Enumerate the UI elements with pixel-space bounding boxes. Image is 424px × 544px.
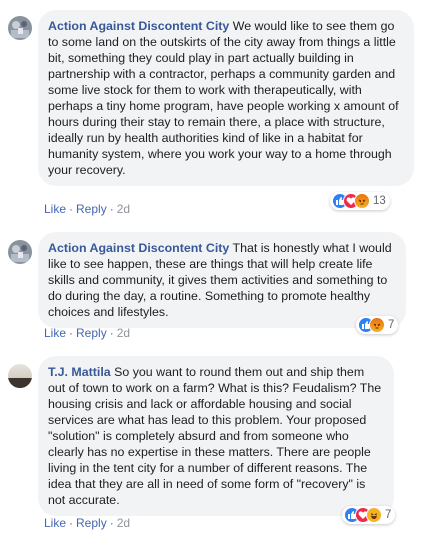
timestamp[interactable]: 2d — [117, 202, 130, 216]
reply-link[interactable]: Reply — [76, 516, 107, 530]
timestamp[interactable]: 2d — [117, 516, 130, 530]
comment-text: So you want to round them out and ship t… — [48, 365, 382, 507]
angry-icon — [354, 193, 370, 209]
reactions-summary[interactable]: 7 — [342, 506, 396, 524]
separator: · — [69, 326, 74, 340]
comment-actions: Like · Reply · 2d — [44, 202, 130, 216]
like-link[interactable]: Like — [44, 326, 66, 340]
reactions-summary[interactable]: 13 — [330, 192, 390, 210]
comment-author[interactable]: Action Against Discontent City — [48, 241, 229, 255]
reply-link[interactable]: Reply — [76, 326, 107, 340]
timestamp[interactable]: 2d — [117, 326, 130, 340]
like-link[interactable]: Like — [44, 202, 66, 216]
separator: · — [69, 516, 74, 530]
comment-bubble: Action Against Discontent City That is h… — [38, 232, 406, 328]
separator: · — [69, 202, 74, 216]
reaction-count: 7 — [385, 509, 392, 521]
comment-actions: Like · Reply · 2d — [44, 326, 130, 340]
avatar[interactable] — [8, 16, 32, 40]
reactions-summary[interactable]: 7 — [356, 316, 399, 334]
avatar[interactable] — [8, 240, 32, 264]
separator: · — [109, 202, 114, 216]
comment-actions: Like · Reply · 2d — [44, 516, 130, 530]
angry-icon — [369, 317, 385, 333]
comment-author[interactable]: Action Against Discontent City — [48, 19, 229, 33]
reply-link[interactable]: Reply — [76, 202, 107, 216]
like-link[interactable]: Like — [44, 516, 66, 530]
reaction-count: 7 — [388, 319, 395, 331]
separator: · — [109, 516, 114, 530]
comment-bubble: T.J. Mattila So you want to round them o… — [38, 356, 394, 516]
separator: · — [109, 326, 114, 340]
haha-icon — [366, 507, 382, 523]
comment-bubble: Action Against Discontent City We would … — [38, 10, 414, 186]
comment-author[interactable]: T.J. Mattila — [48, 365, 111, 379]
reaction-count: 13 — [373, 195, 386, 207]
avatar[interactable] — [8, 364, 32, 388]
comment-text: We would like to see them go to some lan… — [48, 19, 399, 177]
